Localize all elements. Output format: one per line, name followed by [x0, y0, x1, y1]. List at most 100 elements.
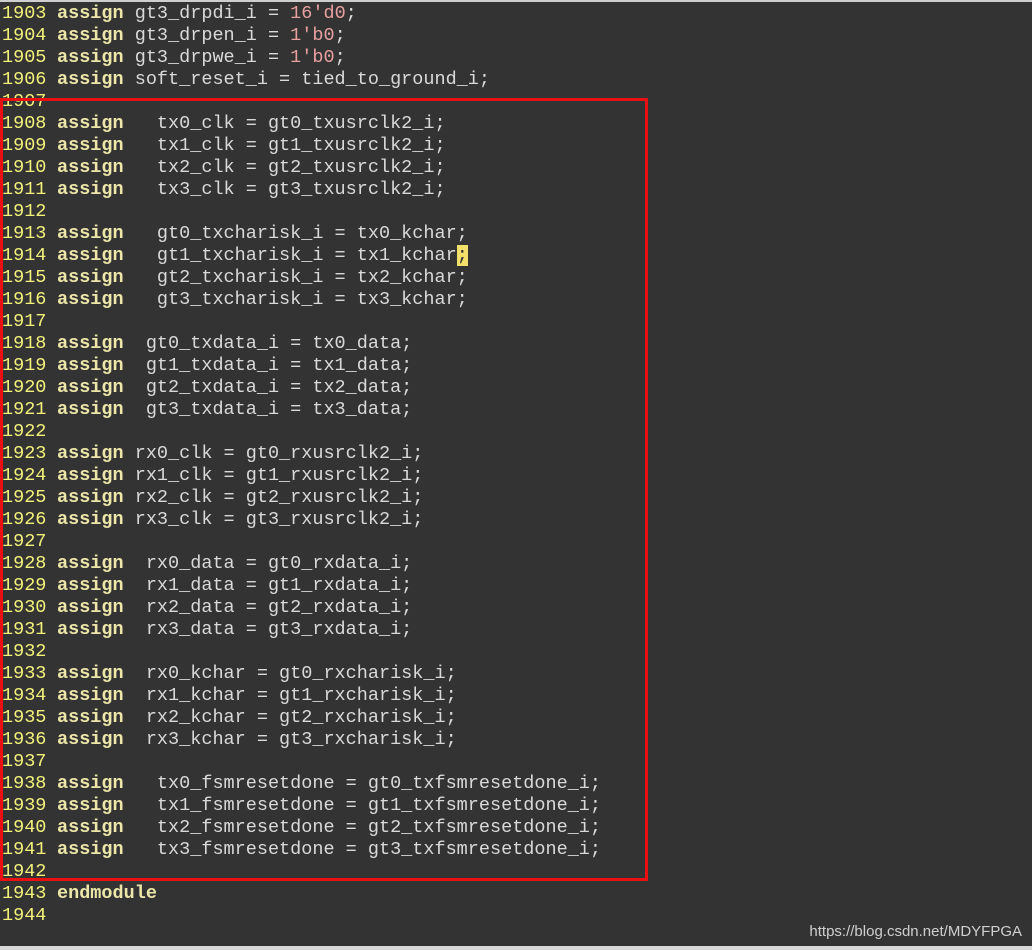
line-number: 1913 — [2, 223, 47, 244]
code-line[interactable]: 1915 assign gt2_txcharisk_i = tx2_kchar; — [2, 267, 601, 289]
code-text: assign tx1_fsmresetdone = gt1_txfsmreset… — [57, 795, 602, 816]
keyword: assign — [57, 817, 124, 838]
line-number: 1905 — [2, 47, 47, 68]
code-line[interactable]: 1919 assign gt1_txdata_i = tx1_data; — [2, 355, 601, 377]
code-line[interactable]: 1930 assign rx2_data = gt2_rxdata_i; — [2, 597, 601, 619]
literal: 16'd0 — [290, 3, 346, 24]
keyword: assign — [57, 135, 124, 156]
line-number: 1931 — [2, 619, 47, 640]
code-editor[interactable]: 1903 assign gt3_drpdi_i = 16'd0; 1904 assig… — [2, 3, 601, 927]
line-number: 1903 — [2, 3, 47, 24]
code-line[interactable]: 1942 — [2, 861, 601, 883]
keyword: assign — [57, 69, 124, 90]
watermark: https://blog.csdn.net/MDYFPGA — [809, 923, 1022, 940]
code-text: assign gt3_txdata_i = tx3_data; — [57, 399, 413, 420]
code-text: assign rx2_clk = gt2_rxusrclk2_i; — [57, 487, 424, 508]
code-line[interactable]: 1933 assign rx0_kchar = gt0_rxcharisk_i; — [2, 663, 601, 685]
code-line[interactable]: 1917 — [2, 311, 601, 333]
code-line[interactable]: 1905 assign gt3_drpwe_i = 1'b0; — [2, 47, 601, 69]
code-line[interactable]: 1944 — [2, 905, 601, 927]
code-line[interactable]: 1940 assign tx2_fsmresetdone = gt2_txfsmr… — [2, 817, 601, 839]
line-number: 1924 — [2, 465, 47, 486]
code-line[interactable]: 1920 assign gt2_txdata_i = tx2_data; — [2, 377, 601, 399]
code-line[interactable]: 1928 assign rx0_data = gt0_rxdata_i; — [2, 553, 601, 575]
code-line[interactable]: 1926 assign rx3_clk = gt3_rxusrclk2_i; — [2, 509, 601, 531]
line-number: 1934 — [2, 685, 47, 706]
code-line[interactable]: 1909 assign tx1_clk = gt1_txusrclk2_i; — [2, 135, 601, 157]
line-number: 1904 — [2, 25, 47, 46]
line-number: 1914 — [2, 245, 47, 266]
keyword: assign — [57, 355, 124, 376]
line-number: 1929 — [2, 575, 47, 596]
code-text: assign gt3_drpen_i = 1'b0; — [57, 25, 346, 46]
code-line[interactable]: 1916 assign gt3_txcharisk_i = tx3_kchar; — [2, 289, 601, 311]
code-line[interactable]: 1925 assign rx2_clk = gt2_rxusrclk2_i; — [2, 487, 601, 509]
keyword: assign — [57, 509, 124, 530]
code-line[interactable]: 1910 assign tx2_clk = gt2_txusrclk2_i; — [2, 157, 601, 179]
code-line[interactable]: 1932 — [2, 641, 601, 663]
code-line[interactable]: 1921 assign gt3_txdata_i = tx3_data; — [2, 399, 601, 421]
code-text: assign gt3_drpdi_i = 16'd0; — [57, 3, 357, 24]
code-line[interactable]: 1941 assign tx3_fsmresetdone = gt3_txfsmr… — [2, 839, 601, 861]
code-text: assign gt3_drpwe_i = 1'b0; — [57, 47, 346, 68]
code-line[interactable]: 1924 assign rx1_clk = gt1_rxusrclk2_i; — [2, 465, 601, 487]
code-line[interactable]: 1936 assign rx3_kchar = gt3_rxcharisk_i; — [2, 729, 601, 751]
keyword: assign — [57, 443, 124, 464]
line-number: 1930 — [2, 597, 47, 618]
code-line[interactable]: 1927 — [2, 531, 601, 553]
code-line[interactable]: 1904 assign gt3_drpen_i = 1'b0; — [2, 25, 601, 47]
keyword: assign — [57, 267, 124, 288]
code-line[interactable]: 1938 assign tx0_fsmresetdone = gt0_txfsmr… — [2, 773, 601, 795]
line-number: 1939 — [2, 795, 47, 816]
code-text: assign gt1_txcharisk_i = tx1_kchar; — [57, 245, 468, 266]
code-line[interactable]: 1939 assign tx1_fsmresetdone = gt1_txfsmr… — [2, 795, 601, 817]
code-line[interactable]: 1913 assign gt0_txcharisk_i = tx0_kchar; — [2, 223, 601, 245]
text-cursor: ; — [456, 245, 468, 266]
code-line[interactable]: 1908 assign tx0_clk = gt0_txusrclk2_i; — [2, 113, 601, 135]
code-line[interactable]: 1935 assign rx2_kchar = gt2_rxcharisk_i; — [2, 707, 601, 729]
code-text: assign rx0_data = gt0_rxdata_i; — [57, 553, 413, 574]
keyword: assign — [57, 575, 124, 596]
code-line[interactable]: 1911 assign tx3_clk = gt3_txusrclk2_i; — [2, 179, 601, 201]
keyword: assign — [57, 707, 124, 728]
keyword: assign — [57, 839, 124, 860]
line-number: 1925 — [2, 487, 47, 508]
code-line[interactable]: 1914 assign gt1_txcharisk_i = tx1_kchar; — [2, 245, 601, 267]
code-text: assign tx0_clk = gt0_txusrclk2_i; — [57, 113, 446, 134]
line-number: 1927 — [2, 531, 47, 552]
code-line[interactable]: 1929 assign rx1_data = gt1_rxdata_i; — [2, 575, 601, 597]
code-line[interactable]: 1937 — [2, 751, 601, 773]
code-line[interactable]: 1943 endmodule — [2, 883, 601, 905]
code-text: assign gt3_txcharisk_i = tx3_kchar; — [57, 289, 468, 310]
line-number: 1920 — [2, 377, 47, 398]
code-line[interactable]: 1912 — [2, 201, 601, 223]
code-text: endmodule — [57, 883, 157, 905]
line-number: 1918 — [2, 333, 47, 354]
code-text: assign rx1_data = gt1_rxdata_i; — [57, 575, 413, 596]
keyword: assign — [57, 289, 124, 310]
code-line[interactable]: 1903 assign gt3_drpdi_i = 16'd0; — [2, 3, 601, 25]
line-number: 1935 — [2, 707, 47, 728]
code-line[interactable]: 1923 assign rx0_clk = gt0_rxusrclk2_i; — [2, 443, 601, 465]
code-text: assign tx2_clk = gt2_txusrclk2_i; — [57, 157, 446, 178]
keyword: assign — [57, 685, 124, 706]
code-line[interactable]: 1922 — [2, 421, 601, 443]
code-text: assign tx2_fsmresetdone = gt2_txfsmreset… — [57, 817, 602, 838]
line-number: 1938 — [2, 773, 47, 794]
code-text: assign gt1_txdata_i = tx1_data; — [57, 355, 413, 376]
keyword: assign — [57, 223, 124, 244]
line-number: 1928 — [2, 553, 47, 574]
keyword: assign — [57, 663, 124, 684]
code-line[interactable]: 1907 — [2, 91, 601, 113]
code-line[interactable]: 1918 assign gt0_txdata_i = tx0_data; — [2, 333, 601, 355]
line-number: 1916 — [2, 289, 47, 310]
line-number: 1910 — [2, 157, 47, 178]
line-number: 1940 — [2, 817, 47, 838]
line-number: 1922 — [2, 421, 47, 442]
line-number: 1932 — [2, 641, 47, 662]
code-line[interactable]: 1931 assign rx3_data = gt3_rxdata_i; — [2, 619, 601, 641]
line-number: 1921 — [2, 399, 47, 420]
line-number: 1917 — [2, 311, 47, 332]
code-line[interactable]: 1906 assign soft_reset_i = tied_to_ground… — [2, 69, 601, 91]
code-line[interactable]: 1934 assign rx1_kchar = gt1_rxcharisk_i; — [2, 685, 601, 707]
